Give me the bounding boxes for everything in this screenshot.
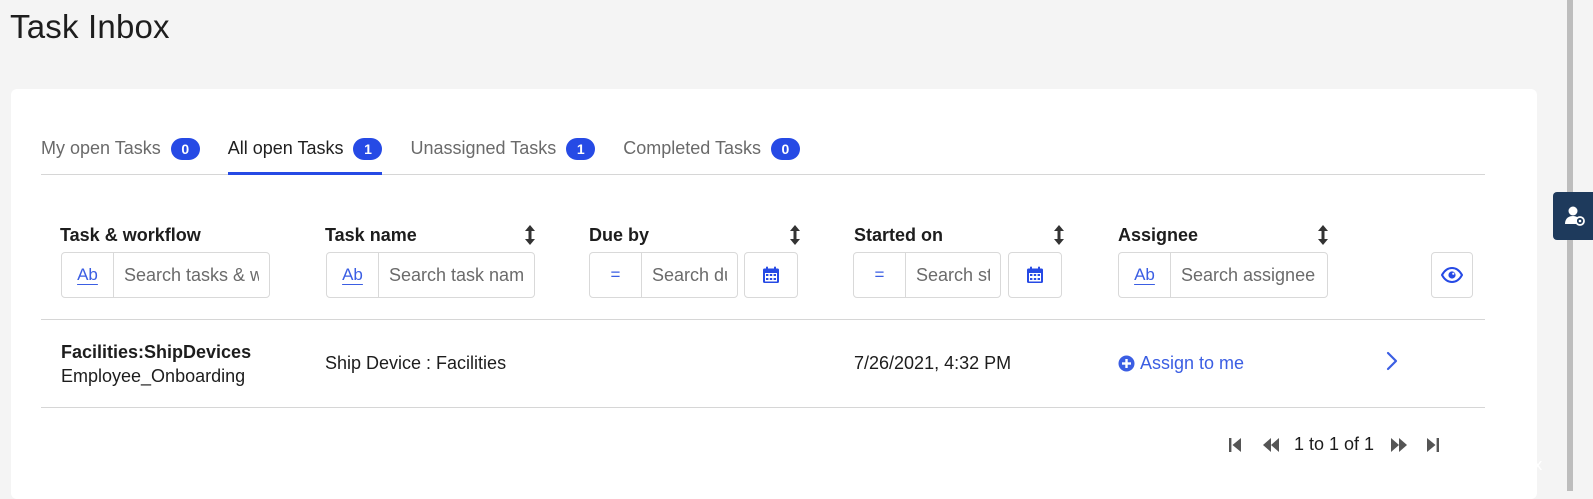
plus-circle-icon	[1118, 355, 1135, 372]
search-task-name-input[interactable]	[379, 253, 534, 297]
column-header-assignee[interactable]: Assignee	[1118, 225, 1198, 246]
scrollbar[interactable]	[1567, 0, 1573, 491]
column-header-task-workflow: Task & workflow	[60, 225, 201, 245]
filter-started-on: =	[853, 252, 1001, 298]
count-badge: 1	[353, 137, 383, 160]
row-divider	[41, 407, 1485, 408]
search-assignee-input[interactable]	[1171, 253, 1327, 297]
assign-to-me-label: Assign to me	[1140, 353, 1245, 373]
sort-arrows-icon[interactable]	[1316, 224, 1330, 246]
pagination: 1 to 1 of 1	[1228, 434, 1440, 455]
previous-page-button[interactable]	[1262, 437, 1280, 453]
side-user-widget[interactable]	[1553, 192, 1593, 240]
search-tasks-workflow-input[interactable]	[114, 253, 269, 297]
count-badge: 0	[170, 137, 200, 160]
tab-my-open-tasks[interactable]: My open Tasks 0	[41, 131, 200, 174]
tab-label: My open Tasks	[41, 138, 161, 158]
filter-assignee: Ab	[1118, 252, 1328, 298]
task-card: My open Tasks 0 All open Tasks 1 Unassig…	[11, 89, 1537, 499]
sort-arrows-icon[interactable]	[523, 224, 537, 246]
text-filter-type-button[interactable]: Ab	[1119, 253, 1171, 297]
text-filter-type-button[interactable]: Ab	[62, 253, 114, 297]
user-settings-icon	[1565, 206, 1585, 226]
tab-completed-tasks[interactable]: Completed Tasks 0	[623, 131, 800, 174]
filter-due-by: =	[589, 252, 738, 298]
fast-forward-icon	[1391, 437, 1408, 452]
column-header-due-by[interactable]: Due by	[589, 225, 649, 246]
equals-filter-type-button[interactable]: =	[854, 253, 906, 297]
last-page-button[interactable]	[1426, 437, 1440, 453]
filter-task-name: Ab	[326, 252, 535, 298]
task-title: Facilities:ShipDevices	[61, 342, 252, 362]
watermark: CSDN @Mendix	[1418, 455, 1543, 474]
last-page-icon	[1427, 437, 1440, 452]
header-divider	[41, 319, 1485, 320]
text-filter-type-button[interactable]: Ab	[327, 253, 379, 297]
task-name-cell: Ship Device : Facilities	[325, 353, 507, 373]
column-header-started-on[interactable]: Started on	[854, 225, 943, 246]
count-badge: 1	[566, 137, 596, 160]
sort-arrows-icon[interactable]	[788, 224, 802, 246]
task-workflow-cell: Facilities:ShipDevices Employee_Onboardi…	[61, 340, 251, 388]
column-visibility-button[interactable]	[1431, 252, 1473, 298]
first-page-icon	[1229, 437, 1241, 452]
started-on-cell: 7/26/2021, 4:32 PM	[854, 353, 1012, 373]
workflow-name: Employee_Onboarding	[61, 366, 246, 386]
page-summary: 1 to 1 of 1	[1294, 434, 1375, 454]
due-by-calendar-button[interactable]	[744, 252, 798, 298]
calendar-icon	[1027, 266, 1043, 283]
tab-unassigned-tasks[interactable]: Unassigned Tasks 1	[410, 131, 596, 174]
tab-bar: My open Tasks 0 All open Tasks 1 Unassig…	[41, 131, 1485, 175]
count-badge: 0	[770, 137, 800, 160]
calendar-icon	[763, 266, 779, 283]
filter-task-workflow: Ab	[61, 252, 270, 298]
assign-to-me-link[interactable]: Assign to me	[1118, 353, 1244, 374]
tab-label: All open Tasks	[227, 138, 344, 158]
page-title: Task Inbox	[10, 8, 170, 45]
tab-label: Completed Tasks	[623, 138, 761, 158]
next-page-button[interactable]	[1390, 437, 1408, 453]
tab-all-open-tasks[interactable]: All open Tasks 1	[227, 131, 383, 175]
search-due-by-input[interactable]	[642, 253, 737, 297]
tab-label: Unassigned Tasks	[410, 138, 557, 158]
search-started-on-input[interactable]	[906, 253, 1000, 297]
first-page-button[interactable]	[1228, 437, 1242, 453]
equals-filter-type-button[interactable]: =	[590, 253, 642, 297]
started-on-calendar-button[interactable]	[1008, 252, 1062, 298]
chevron-right-icon[interactable]	[1386, 351, 1398, 371]
eye-icon	[1441, 267, 1463, 283]
column-header-task-name[interactable]: Task name	[325, 225, 417, 246]
rewind-icon	[1263, 437, 1279, 452]
sort-arrows-icon[interactable]	[1052, 224, 1066, 246]
